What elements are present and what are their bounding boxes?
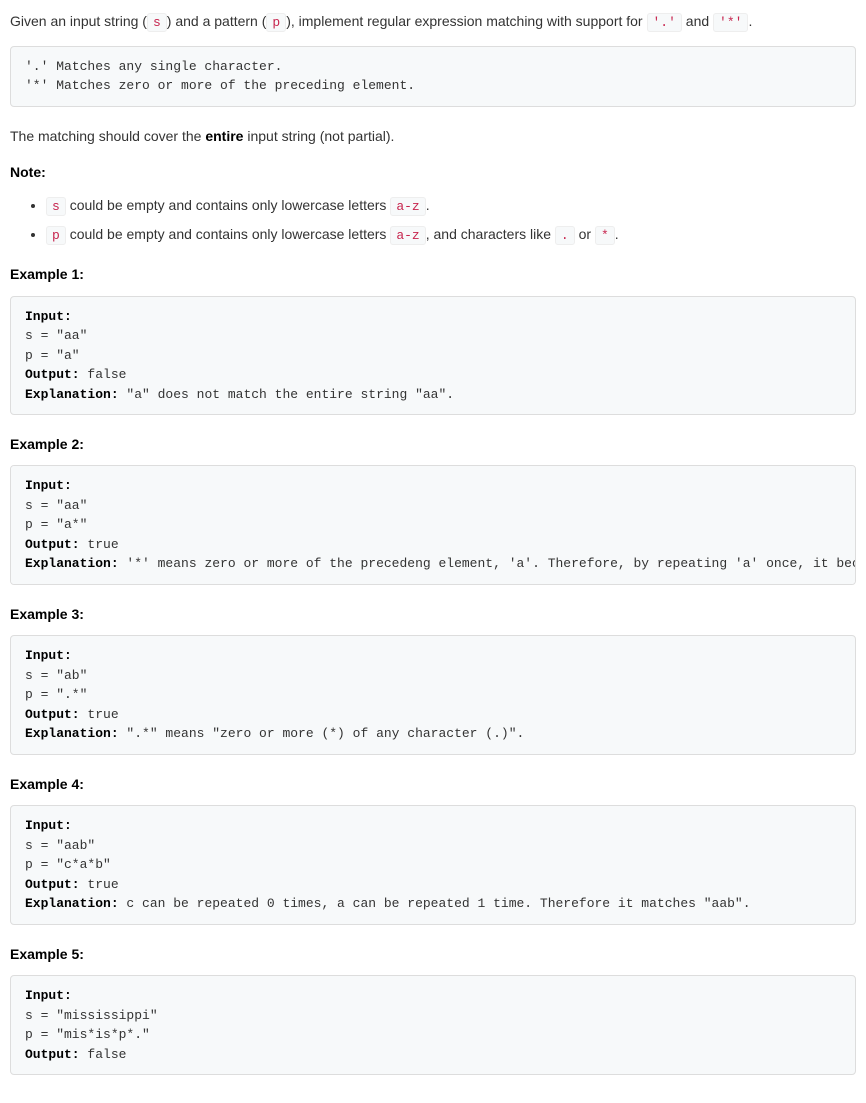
note-text: .: [615, 226, 619, 242]
note-text: .: [426, 197, 430, 213]
note-text: could be empty and contains only lowerca…: [66, 197, 391, 213]
explanation-label: Explanation:: [25, 726, 119, 741]
coverage-entire: entire: [205, 128, 243, 144]
example-expl: ".*" means "zero or more (*) of any char…: [119, 726, 525, 741]
example-4-block: Input: s = "aab" p = "c*a*b" Output: tru…: [10, 805, 856, 925]
example-3-block: Input: s = "ab" p = ".*" Output: true Ex…: [10, 635, 856, 755]
note-item-2: p could be empty and contains only lower…: [46, 223, 856, 247]
example-expl: '*' means zero or more of the precedeng …: [119, 556, 856, 571]
example-5-heading: Example 5:: [10, 943, 856, 965]
code-dot: '.': [647, 13, 682, 32]
example-body: s = "aa" p = "a": [25, 328, 87, 363]
explanation-label: Explanation:: [25, 556, 119, 571]
explanation-label: Explanation:: [25, 387, 119, 402]
example-body: s = "ab" p = ".*": [25, 668, 87, 703]
output-label: Output:: [25, 367, 80, 382]
output-label: Output:: [25, 1047, 80, 1062]
explanation-label: Explanation:: [25, 896, 119, 911]
output-label: Output:: [25, 877, 80, 892]
note-heading: Note:: [10, 161, 856, 183]
input-label: Input:: [25, 309, 72, 324]
example-2-heading: Example 2:: [10, 433, 856, 455]
intro-text: .: [748, 13, 752, 29]
intro-paragraph: Given an input string (s) and a pattern …: [10, 10, 856, 34]
example-5-block: Input: s = "mississippi" p = "mis*is*p*.…: [10, 975, 856, 1075]
code-dot: .: [555, 226, 575, 245]
note-text: could be empty and contains only lowerca…: [66, 226, 391, 242]
code-p: p: [46, 226, 66, 245]
intro-text: ), implement regular expression matching…: [286, 13, 646, 29]
coverage-paragraph: The matching should cover the entire inp…: [10, 125, 856, 147]
notes-list: s could be empty and contains only lower…: [10, 194, 856, 248]
note-text: , and characters like: [426, 226, 555, 242]
coverage-text: The matching should cover the: [10, 128, 205, 144]
example-output: true: [80, 537, 119, 552]
input-label: Input:: [25, 818, 72, 833]
note-text: or: [575, 226, 595, 242]
intro-text: Given an input string (: [10, 13, 147, 29]
code-s: s: [46, 197, 66, 216]
code-s: s: [147, 13, 167, 32]
note-item-1: s could be empty and contains only lower…: [46, 194, 856, 218]
example-2-block: Input: s = "aa" p = "a*" Output: true Ex…: [10, 465, 856, 585]
example-output: true: [80, 707, 119, 722]
code-p: p: [266, 13, 286, 32]
example-expl: "a" does not match the entire string "aa…: [119, 387, 454, 402]
code-az: a-z: [390, 197, 425, 216]
example-output: true: [80, 877, 119, 892]
coverage-text: input string (not partial).: [243, 128, 394, 144]
example-3-heading: Example 3:: [10, 603, 856, 625]
example-body: s = "mississippi" p = "mis*is*p*.": [25, 1008, 158, 1043]
intro-text: ) and a pattern (: [167, 13, 267, 29]
input-label: Input:: [25, 648, 72, 663]
code-az: a-z: [390, 226, 425, 245]
example-body: s = "aa" p = "a*": [25, 498, 87, 533]
spec-block: '.' Matches any single character. '*' Ma…: [10, 46, 856, 107]
intro-text: and: [682, 13, 713, 29]
example-output: false: [80, 367, 127, 382]
example-output: false: [80, 1047, 127, 1062]
output-label: Output:: [25, 707, 80, 722]
example-1-block: Input: s = "aa" p = "a" Output: false Ex…: [10, 296, 856, 416]
output-label: Output:: [25, 537, 80, 552]
input-label: Input:: [25, 478, 72, 493]
code-star: *: [595, 226, 615, 245]
input-label: Input:: [25, 988, 72, 1003]
example-1-heading: Example 1:: [10, 263, 856, 285]
example-body: s = "aab" p = "c*a*b": [25, 838, 111, 873]
example-4-heading: Example 4:: [10, 773, 856, 795]
example-expl: c can be repeated 0 times, a can be repe…: [119, 896, 751, 911]
code-star: '*': [713, 13, 748, 32]
